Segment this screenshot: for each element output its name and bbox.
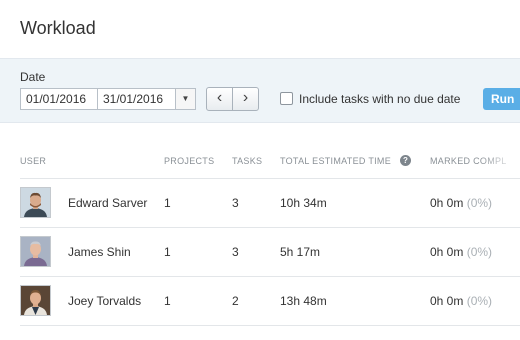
tasks-count: 2 — [232, 294, 239, 308]
column-header-tasks[interactable]: TASKS — [232, 156, 262, 166]
table-row[interactable]: James Shin 1 3 5h 17m 0h 0m (0%) — [20, 228, 520, 277]
column-header-estimated-time[interactable]: TOTAL ESTIMATED TIME — [280, 156, 391, 166]
marked-complete: 0h 0m (0%) — [430, 294, 492, 308]
include-no-due-label[interactable]: Include tasks with no due date — [299, 92, 460, 106]
projects-count: 1 — [164, 196, 171, 210]
avatar — [20, 285, 51, 316]
projects-count: 1 — [164, 294, 171, 308]
tasks-count: 3 — [232, 245, 239, 259]
marked-percent: (0%) — [466, 245, 493, 259]
marked-complete: 0h 0m (0%) — [430, 196, 492, 210]
next-period-button[interactable]: › — [232, 87, 259, 111]
user-name[interactable]: Edward Sarver — [68, 196, 147, 210]
previous-period-button[interactable]: ‹ — [206, 87, 233, 111]
start-date-input[interactable]: 01/01/2016 — [20, 88, 98, 110]
table-row[interactable]: Joey Torvalds 1 2 13h 48m 0h 0m (0%) — [20, 277, 520, 326]
estimated-time: 5h 17m — [280, 245, 321, 259]
avatar — [20, 187, 51, 218]
date-label: Date — [20, 70, 46, 84]
user-name[interactable]: Joey Torvalds — [68, 294, 141, 308]
estimated-time: 10h 34m — [280, 196, 327, 210]
end-date-input[interactable]: 31/01/2016 — [97, 88, 176, 110]
chevron-down-icon: ▼ — [181, 94, 190, 103]
header-fade-overlay — [480, 150, 520, 170]
avatar — [20, 236, 51, 267]
estimated-time: 13h 48m — [280, 294, 327, 308]
chevron-left-icon: ‹ — [216, 89, 223, 106]
projects-count: 1 — [164, 245, 171, 259]
help-icon[interactable]: ? — [400, 155, 411, 166]
marked-time: 0h 0m — [430, 294, 464, 308]
include-no-due-checkbox[interactable] — [280, 92, 293, 105]
tasks-count: 3 — [232, 196, 239, 210]
marked-time: 0h 0m — [430, 196, 464, 210]
column-header-user[interactable]: USER — [20, 156, 46, 166]
column-header-projects[interactable]: PROJECTS — [164, 156, 214, 166]
row-divider — [20, 325, 520, 326]
marked-time: 0h 0m — [430, 245, 464, 259]
table-row[interactable]: Edward Sarver 1 3 10h 34m 0h 0m (0%) — [20, 179, 520, 228]
date-range-dropdown-button[interactable]: ▼ — [175, 88, 196, 110]
run-button[interactable]: Run — [483, 88, 520, 110]
chevron-right-icon: › — [242, 89, 249, 106]
marked-percent: (0%) — [466, 196, 493, 210]
marked-percent: (0%) — [466, 294, 493, 308]
filter-bar: Date 01/01/2016 31/01/2016 ▼ ‹ › Include… — [0, 58, 520, 123]
page-title: Workload — [20, 18, 96, 38]
user-name[interactable]: James Shin — [68, 245, 131, 259]
marked-complete: 0h 0m (0%) — [430, 245, 492, 259]
